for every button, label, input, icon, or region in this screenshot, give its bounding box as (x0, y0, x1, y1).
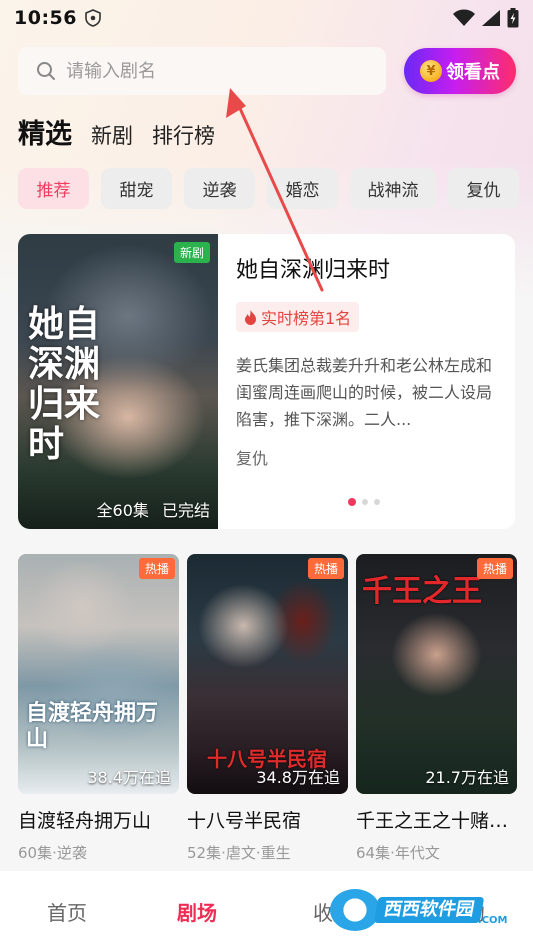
drama-poster[interactable]: 千王之王 热播 21.7万在追 (356, 554, 517, 794)
drama-poster[interactable]: 十八号半民宿 热播 34.8万在追 (187, 554, 348, 794)
status-bar: 10:56 (0, 0, 533, 36)
follower-count: 21.7万在追 (425, 768, 509, 787)
main-tabs: 精选 新剧 排行榜 (18, 112, 234, 151)
carousel-indicator (348, 498, 380, 506)
clock: 10:56 (14, 7, 77, 29)
chip-recommended[interactable]: 推荐 (18, 168, 89, 209)
follower-count: 34.8万在追 (256, 768, 340, 787)
drama-card[interactable]: 自渡轻舟拥万山 热播 38.4万在追 自渡轻舟拥万山 60集·逆袭 (18, 554, 179, 863)
battery-icon (507, 8, 519, 28)
drama-meta: 52集·虐文·重生 (187, 844, 291, 862)
tab-ranking[interactable]: 排行榜 (152, 120, 215, 150)
site-watermark: 西西软件园 CR173.COM (330, 885, 515, 935)
watermark-logo-icon (330, 889, 380, 931)
nav-theater[interactable]: 剧场 (177, 897, 217, 926)
category-chips: 推荐 甜宠 逆袭 婚恋 战神流 复仇 (18, 168, 533, 209)
drama-title[interactable]: 自渡轻舟拥万山 (18, 806, 179, 833)
nav-home[interactable]: 首页 (47, 897, 87, 926)
drama-card[interactable]: 千王之王 热播 21.7万在追 千王之王之十赌九输 64集·年代文 (356, 554, 517, 863)
shield-icon (85, 9, 101, 27)
featured-poster[interactable]: 她自深渊归来时 新剧 全60集 已完结 (18, 234, 218, 529)
completion-status: 已完结 (161, 501, 210, 520)
poster-title: 自渡轻舟拥万山 (26, 700, 159, 752)
new-badge: 新剧 (173, 242, 210, 263)
chip-comeback[interactable]: 逆袭 (184, 168, 255, 209)
featured-description: 姜氏集团总裁姜升升和老公林左成和闺蜜周连画爬山的时候，被二人设局陷害，推下深渊。… (236, 356, 493, 429)
signal-icon (482, 10, 500, 26)
featured-card[interactable]: 她自深渊归来时 新剧 全60集 已完结 她自深渊归来时 实时榜第1名 姜氏集团总… (18, 234, 515, 529)
featured-tag[interactable]: 复仇 (236, 445, 501, 469)
status-icons (453, 8, 519, 28)
wifi-icon (453, 9, 475, 26)
chip-war-god[interactable]: 战神流 (350, 168, 436, 209)
featured-episodes: 全60集 已完结 (97, 497, 210, 521)
carousel-dot (374, 499, 380, 505)
hot-badge: 热播 (476, 558, 513, 579)
poster-title: 千王之王 (362, 574, 482, 609)
drama-title[interactable]: 千王之王之十赌九输 (356, 806, 517, 833)
featured-title[interactable]: 她自深渊归来时 (236, 252, 501, 284)
carousel-dot-active (348, 498, 356, 506)
carousel-dot (362, 499, 368, 505)
chip-romance[interactable]: 婚恋 (267, 168, 338, 209)
featured-info: 她自深渊归来时 实时榜第1名 姜氏集团总裁姜升升和老公林左成和闺蜜周连画爬山的时… (236, 252, 501, 469)
tab-new[interactable]: 新剧 (91, 120, 133, 150)
hot-badge: 热播 (138, 558, 175, 579)
flame-icon (245, 309, 256, 325)
drama-title[interactable]: 十八号半民宿 (187, 806, 348, 833)
drama-poster[interactable]: 自渡轻舟拥万山 热播 38.4万在追 (18, 554, 179, 794)
watermark-url: CR173.COM (442, 915, 508, 926)
drama-grid: 自渡轻舟拥万山 热播 38.4万在追 自渡轻舟拥万山 60集·逆袭 十八号半民宿… (18, 554, 517, 863)
rank-badge: 实时榜第1名 (236, 302, 360, 332)
drama-meta: 64集·年代文 (356, 844, 440, 862)
featured-poster-title: 她自深渊归来时 (28, 303, 101, 465)
reward-button-label: 领看点 (446, 62, 500, 83)
search-row: ¥ 领看点 (18, 47, 516, 95)
episode-count: 全60集 (96, 501, 149, 520)
chip-sweet[interactable]: 甜宠 (101, 168, 172, 209)
search-box[interactable] (18, 47, 386, 95)
search-icon (37, 62, 55, 80)
coin-icon: ¥ (420, 60, 442, 82)
chip-revenge[interactable]: 复仇 (448, 168, 519, 209)
reward-button[interactable]: ¥ 领看点 (404, 48, 516, 94)
rank-label: 实时榜第1名 (261, 309, 352, 328)
tab-featured[interactable]: 精选 (18, 112, 72, 151)
hot-badge: 热播 (307, 558, 344, 579)
drama-card[interactable]: 十八号半民宿 热播 34.8万在追 十八号半民宿 52集·虐文·重生 (187, 554, 348, 863)
drama-meta: 60集·逆袭 (18, 844, 87, 862)
follower-count: 38.4万在追 (87, 768, 171, 787)
search-input[interactable] (66, 60, 346, 82)
